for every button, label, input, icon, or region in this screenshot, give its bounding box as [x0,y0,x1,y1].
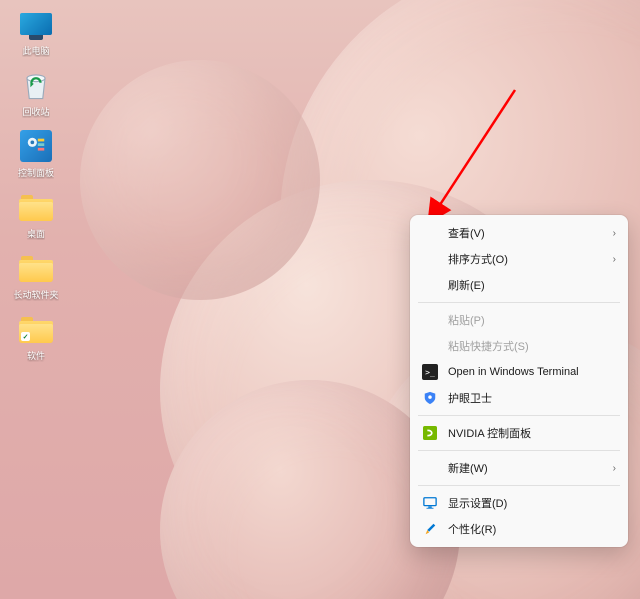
menu-item-terminal[interactable]: >_ Open in Windows Terminal [410,359,628,385]
desktop-icon-control-panel[interactable]: 控制面板 [6,128,66,179]
menu-item-label: 刷新(E) [448,277,616,293]
menu-item-new[interactable]: 新建(W) › [410,455,628,481]
menu-item-label: 粘贴快捷方式(S) [448,338,616,354]
blank-icon [422,225,438,241]
menu-item-label: NVIDIA 控制面板 [448,425,616,441]
menu-item-label: 新建(W) [448,460,607,476]
blank-icon [422,312,438,328]
menu-separator [418,302,620,303]
menu-separator [418,415,620,416]
menu-item-label: 排序方式(O) [448,251,607,267]
menu-item-display-settings[interactable]: 显示设置(D) [410,490,628,516]
desktop-icon-label: 长动软件夹 [13,288,58,301]
desktop-icon-label: 回收站 [22,105,49,118]
menu-item-personalize[interactable]: 个性化(R) [410,516,628,542]
terminal-icon: >_ [422,364,438,380]
desktop-icon-this-pc[interactable]: 此电脑 [6,6,66,57]
desktop-icon-folder-2[interactable]: 长动软件夹 [6,250,66,301]
menu-item-label: 显示设置(D) [448,495,616,511]
menu-item-sort[interactable]: 排序方式(O) › [410,246,628,272]
desktop-icon-label: 桌面 [27,227,45,240]
menu-item-paste-shortcut: 粘贴快捷方式(S) [410,333,628,359]
menu-item-label: 个性化(R) [448,521,616,537]
blank-icon [422,277,438,293]
menu-item-eye-guard[interactable]: 护眼卫士 [410,385,628,411]
menu-item-label: 查看(V) [448,225,607,241]
desktop-icon-label: 此电脑 [22,44,49,57]
menu-item-label: 护眼卫士 [448,390,616,406]
menu-item-label: 粘贴(P) [448,312,616,328]
recycle-bin-icon [18,67,54,103]
menu-separator [418,450,620,451]
control-panel-icon [18,128,54,164]
desktop-icon-folder-3[interactable]: ✓ 软件 [6,311,66,362]
folder-icon: ✓ [18,311,54,347]
folder-icon [18,189,54,225]
nvidia-icon [422,425,438,441]
this-pc-icon [18,6,54,42]
desktop-icon-label: 控制面板 [18,166,54,179]
chevron-right-icon: › [613,228,616,239]
display-icon [422,495,438,511]
shield-icon [422,390,438,406]
paintbrush-icon [422,521,438,537]
menu-item-view[interactable]: 查看(V) › [410,220,628,246]
desktop-icons: 此电脑 回收站 控制面板 桌面 长动软件夹 ✓ 软件 [6,6,66,362]
desktop-icon-folder-1[interactable]: 桌面 [6,189,66,240]
desktop-icon-label: 软件 [27,349,45,362]
menu-item-nvidia[interactable]: NVIDIA 控制面板 [410,420,628,446]
blank-icon [422,460,438,476]
blank-icon [422,338,438,354]
context-menu: 查看(V) › 排序方式(O) › 刷新(E) 粘贴(P) 粘贴快捷方式(S) … [410,215,628,547]
menu-item-refresh[interactable]: 刷新(E) [410,272,628,298]
folder-icon [18,250,54,286]
chevron-right-icon: › [613,463,616,474]
menu-separator [418,485,620,486]
chevron-right-icon: › [613,254,616,265]
menu-item-paste: 粘贴(P) [410,307,628,333]
blank-icon [422,251,438,267]
menu-item-label: Open in Windows Terminal [448,366,616,378]
desktop-icon-recycle-bin[interactable]: 回收站 [6,67,66,118]
